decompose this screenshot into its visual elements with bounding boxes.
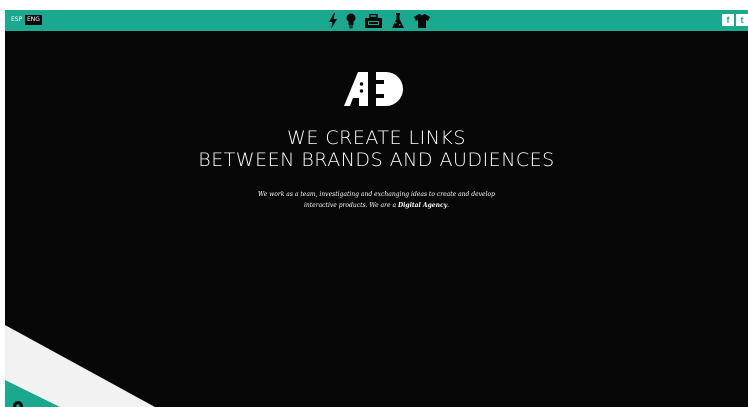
decorative-corner-stripes	[5, 325, 155, 407]
location-pin-icon[interactable]	[13, 401, 23, 407]
page-frame: ESP ENG f t WE CREATE LINKS BETWEEN BRAN…	[5, 10, 748, 407]
